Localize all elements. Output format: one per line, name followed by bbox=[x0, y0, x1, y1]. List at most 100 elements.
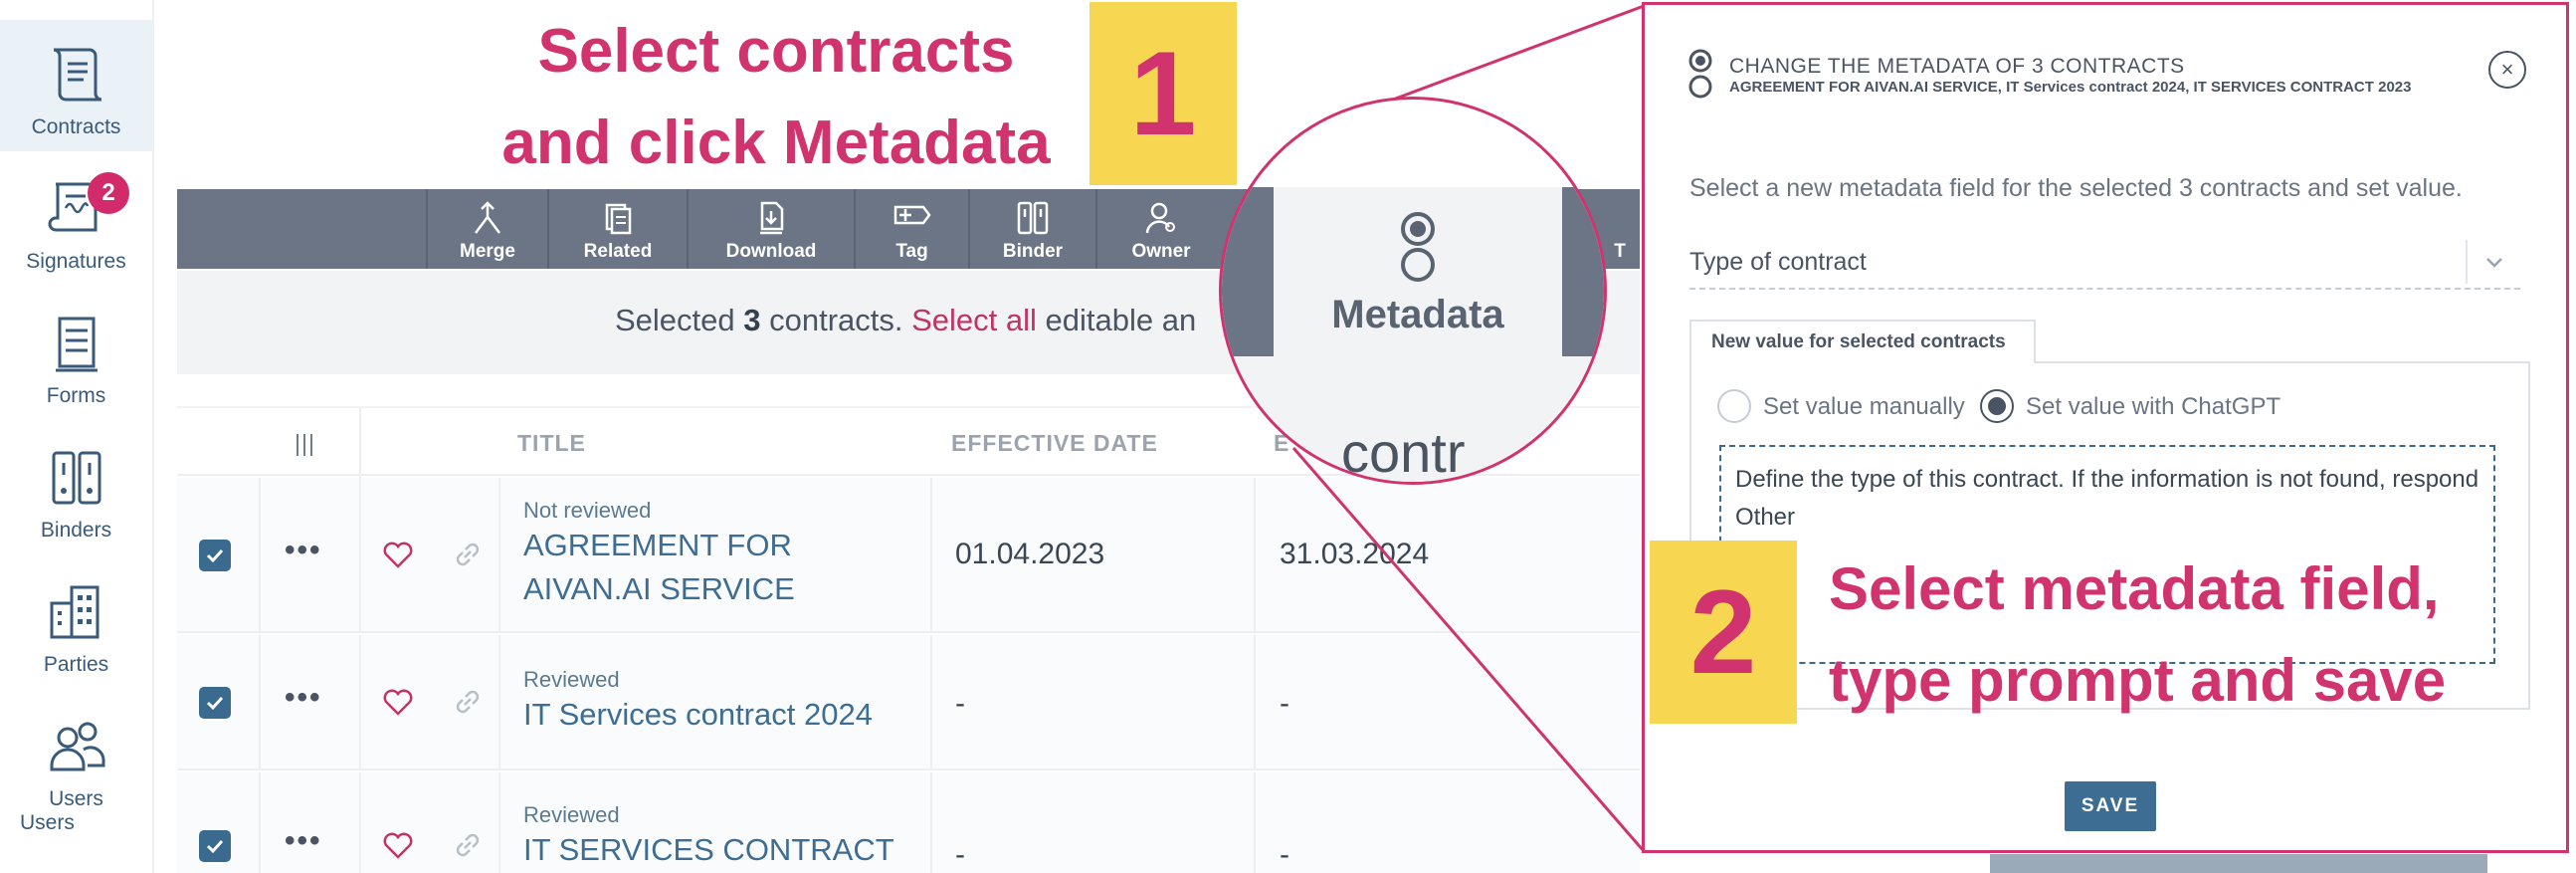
column-divider bbox=[359, 408, 361, 478]
row-menu-icon[interactable]: ••• bbox=[285, 681, 322, 715]
owner-button[interactable]: Owner bbox=[1095, 189, 1225, 269]
table-row[interactable]: ••• Reviewed IT Services contract 2024 -… bbox=[177, 635, 1640, 770]
sidebar-label: Binders bbox=[40, 519, 112, 542]
metadata-label: Metadata bbox=[1331, 292, 1504, 336]
effective-date: 01.04.2023 bbox=[955, 538, 1105, 570]
modal-title: CHANGE THE METADATA OF 3 CONTRACTS bbox=[1729, 55, 2185, 78]
contract-title-link[interactable]: AGREEMENT FOR AIVAN.AI SERVICE bbox=[523, 524, 921, 611]
cell-divider bbox=[930, 772, 932, 873]
dropdown-toggle[interactable] bbox=[2466, 240, 2520, 284]
set-chatgpt-radio[interactable] bbox=[1980, 389, 2014, 423]
set-chatgpt-label[interactable]: Set value with ChatGPT bbox=[2026, 393, 2280, 421]
sidebar-label: Forms bbox=[46, 384, 106, 407]
title-line2: AIVAN.AI SERVICE bbox=[523, 571, 795, 606]
save-button[interactable]: SAVE bbox=[2065, 781, 2156, 831]
users-label-duplicate: Users bbox=[20, 811, 75, 834]
effective-date: - bbox=[955, 838, 965, 871]
download-button[interactable]: Download bbox=[687, 189, 854, 269]
close-button[interactable]: × bbox=[2488, 51, 2526, 89]
download-label: Download bbox=[725, 241, 817, 262]
cell-divider bbox=[359, 772, 361, 873]
related-icon bbox=[605, 203, 632, 235]
step2-line1: Select metadata field, bbox=[1829, 555, 2440, 622]
merge-button[interactable]: Merge bbox=[426, 189, 547, 269]
modal-description: Select a new metadata field for the sele… bbox=[1689, 174, 2463, 202]
sidebar-label: Users bbox=[49, 787, 103, 810]
zoom-magnifier: Metadata contr bbox=[1219, 97, 1607, 485]
cell-divider bbox=[498, 635, 500, 770]
link-icon[interactable] bbox=[451, 685, 485, 719]
building-icon bbox=[50, 585, 99, 639]
binder-icon bbox=[52, 451, 100, 505]
sidebar-item-forms[interactable]: Forms bbox=[0, 289, 152, 420]
cell-divider bbox=[259, 635, 261, 770]
contract-title-link[interactable]: IT Services contract 2024 bbox=[523, 693, 921, 737]
cell-divider bbox=[359, 478, 361, 633]
background-strip bbox=[1990, 854, 2487, 873]
sidebar-item-binders[interactable]: Binders bbox=[0, 423, 152, 554]
zoom-content: Metadata contr bbox=[1222, 100, 1604, 482]
cell-divider bbox=[359, 635, 361, 770]
review-status: Reviewed bbox=[523, 667, 620, 692]
contract-scroll-icon bbox=[53, 48, 101, 102]
title-header[interactable]: TITLE bbox=[517, 430, 586, 457]
step1-instruction: Select contracts and click Metadata bbox=[468, 6, 1085, 189]
sidebar-item-contracts[interactable]: Contracts bbox=[0, 20, 152, 151]
tag-button[interactable]: Tag bbox=[854, 189, 968, 269]
review-status: Not reviewed bbox=[523, 498, 652, 523]
form-icon bbox=[55, 317, 98, 372]
toolbar-partial-item[interactable]: T bbox=[1600, 189, 1640, 269]
selection-text: Selected 3 contracts. Select all editabl… bbox=[615, 303, 1196, 338]
cell-divider bbox=[1254, 478, 1256, 633]
row-checkbox[interactable] bbox=[199, 687, 231, 719]
selection-count: 3 bbox=[743, 303, 761, 337]
sidebar-item-parties[interactable]: Parties bbox=[0, 557, 152, 689]
favorite-heart-icon[interactable] bbox=[381, 828, 415, 862]
cell-divider bbox=[498, 478, 500, 633]
end-date: 31.03.2024 bbox=[1280, 538, 1430, 570]
related-button[interactable]: Related bbox=[547, 189, 687, 269]
sidebar-item-signatures[interactable]: 2 Signatures bbox=[0, 154, 152, 286]
effective-date-header[interactable]: EFFECTIVE DATE bbox=[951, 430, 1158, 457]
cell-divider bbox=[930, 635, 932, 770]
row-menu-icon[interactable]: ••• bbox=[285, 824, 322, 858]
metadata-toggle-icon bbox=[1401, 211, 1435, 282]
related-label: Related bbox=[583, 241, 653, 262]
metadata-field-select[interactable]: Type of contract bbox=[1689, 240, 2520, 290]
merge-icon bbox=[475, 201, 500, 234]
notification-badge: 2 bbox=[88, 172, 129, 214]
binder-button[interactable]: Binder bbox=[968, 189, 1095, 269]
link-icon[interactable] bbox=[451, 538, 485, 571]
cell-divider bbox=[498, 772, 500, 873]
select-all-link[interactable]: Select all bbox=[911, 303, 1037, 337]
binder-icon bbox=[1017, 201, 1049, 235]
favorite-heart-icon[interactable] bbox=[381, 685, 415, 719]
row-checkbox[interactable] bbox=[199, 540, 231, 571]
end-date: - bbox=[1280, 838, 1289, 871]
cell-divider bbox=[259, 772, 261, 873]
row-checkbox[interactable] bbox=[199, 830, 231, 862]
tag-icon bbox=[893, 205, 931, 225]
favorite-heart-icon[interactable] bbox=[381, 538, 415, 571]
row-menu-icon[interactable]: ••• bbox=[285, 534, 322, 567]
metadata-button[interactable]: Metadata bbox=[1274, 187, 1562, 356]
table-row[interactable]: ••• Reviewed IT SERVICES CONTRACT - - bbox=[177, 772, 1640, 873]
sidebar-item-users[interactable]: Users bbox=[0, 692, 152, 823]
tab-new-value[interactable]: New value for selected contracts bbox=[1689, 320, 2036, 363]
selection-prefix: Selected bbox=[615, 303, 744, 337]
check-icon bbox=[206, 548, 224, 563]
step1-number: 1 bbox=[1090, 2, 1237, 185]
set-manually-label[interactable]: Set value manually bbox=[1763, 393, 1965, 421]
contract-title-link[interactable]: IT SERVICES CONTRACT bbox=[523, 828, 921, 872]
link-icon[interactable] bbox=[451, 828, 485, 862]
effective-date: - bbox=[955, 687, 965, 720]
set-manually-radio[interactable] bbox=[1717, 389, 1751, 423]
owner-label: Owner bbox=[1131, 241, 1191, 262]
cell-divider bbox=[930, 478, 932, 633]
step2-line2: type prompt and save bbox=[1829, 647, 2447, 714]
column-settings-icon[interactable]: ||| bbox=[295, 430, 315, 457]
table-row[interactable]: ••• Not reviewed AGREEMENT FOR AIVAN.AI … bbox=[177, 478, 1640, 633]
partial-label: T bbox=[1614, 241, 1626, 262]
sidebar-label: Signatures bbox=[26, 250, 126, 273]
step1-line2: and click Metadata bbox=[501, 109, 1051, 177]
